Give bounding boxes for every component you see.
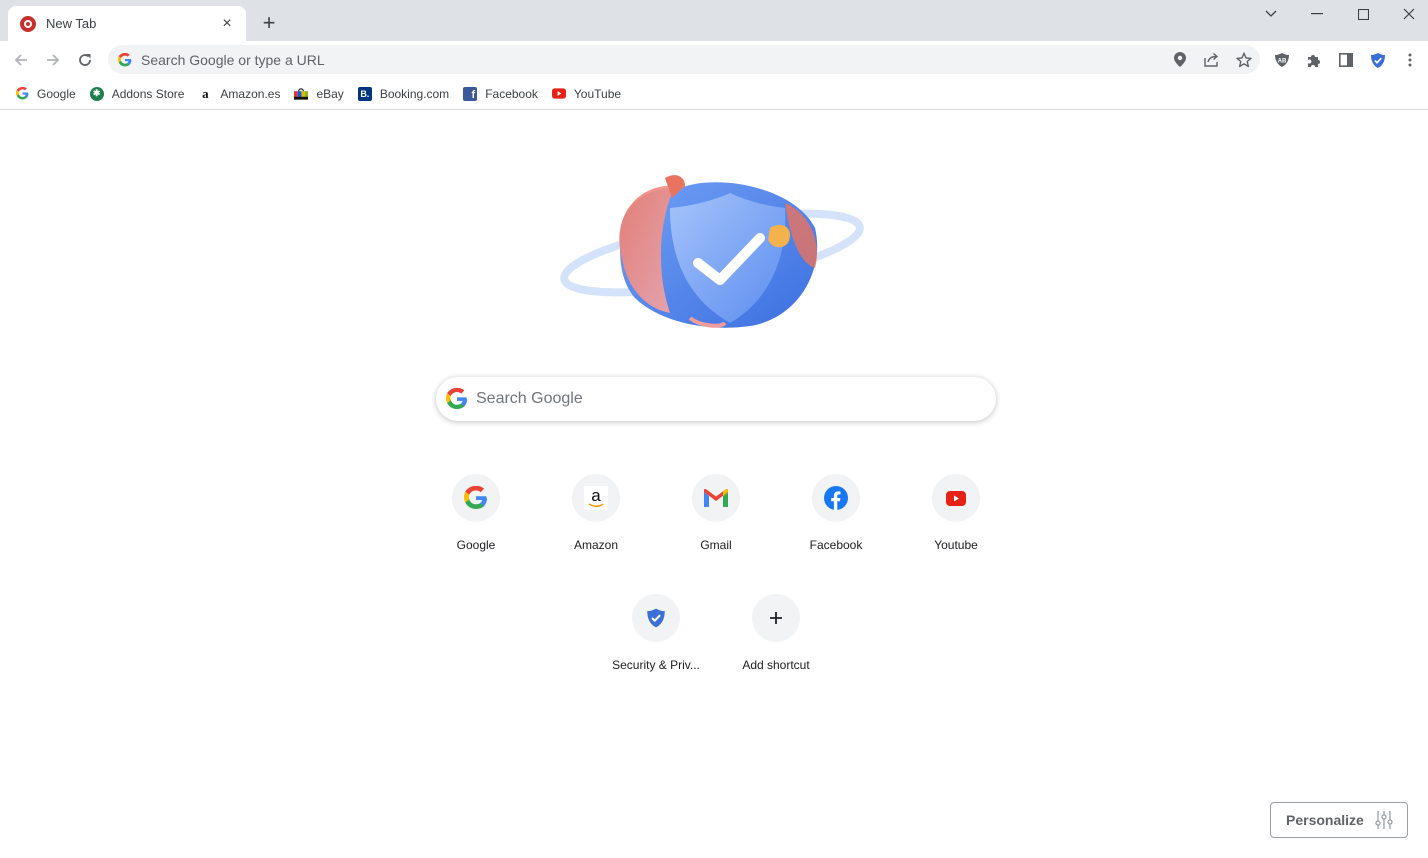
google-icon [464, 486, 487, 509]
shortcut-amazon[interactable]: a Amazon [540, 474, 652, 586]
extensions-button[interactable] [1300, 46, 1328, 74]
bookmarks-bar: Google ✱ Addons Store a Amazon.es eBay B… [0, 78, 1428, 110]
shortcut-icon-bg [812, 474, 860, 522]
personalize-label: Personalize [1286, 812, 1364, 828]
bookmark-ebay[interactable]: eBay [287, 80, 350, 108]
shortcut-facebook[interactable]: Facebook [780, 474, 892, 586]
shortcut-icon-bg [632, 594, 680, 642]
shortcut-label: Security & Priv... [612, 658, 700, 672]
tab-favicon-icon [20, 15, 36, 32]
google-icon [118, 52, 132, 66]
bookmark-youtube[interactable]: YouTube [545, 80, 628, 108]
new-tab-button[interactable]: + [256, 10, 282, 36]
tab-new-tab[interactable]: New Tab × [8, 6, 246, 41]
bookmark-label: YouTube [573, 86, 622, 101]
shortcut-security-privacy[interactable]: Security & Priv... [600, 594, 712, 706]
tab-close-button[interactable]: × [218, 15, 236, 33]
bookmark-label: Facebook [485, 86, 538, 101]
personalize-button[interactable]: Personalize [1270, 802, 1408, 838]
bookmark-google[interactable]: Google [8, 80, 83, 108]
arrow-left-icon [14, 54, 27, 66]
more-vertical-icon [1408, 53, 1412, 67]
plus-icon [770, 612, 782, 624]
bookmark-facebook[interactable]: f Facebook [456, 80, 545, 108]
shortcut-label: Amazon [573, 538, 619, 552]
forward-button[interactable] [39, 46, 67, 74]
shortcut-label: Google [456, 538, 496, 552]
share-button[interactable] [1196, 45, 1228, 74]
shortcut-youtube[interactable]: Youtube [900, 474, 1012, 586]
title-bar: New Tab × + [0, 0, 1428, 41]
shortcut-label: Gmail [700, 538, 732, 552]
security-extension-button[interactable] [1364, 46, 1392, 74]
gmail-icon [704, 489, 728, 507]
shortcut-icon-bg: a [572, 474, 620, 522]
omnibox-input[interactable] [141, 51, 1164, 68]
google-icon [15, 87, 29, 101]
security-hero-illustration [560, 168, 870, 333]
youtube-icon [551, 87, 566, 101]
amazon-icon: a [202, 85, 209, 101]
bookmark-label: Google [37, 86, 76, 101]
toolbar: AB [0, 41, 1428, 78]
arrow-right-icon [47, 54, 60, 66]
shortcut-label: Youtube [934, 538, 978, 552]
tab-title: New Tab [46, 16, 97, 31]
bookmark-booking[interactable]: B. Booking.com [351, 80, 456, 108]
puzzle-piece-icon [1308, 55, 1320, 67]
bookmark-amazon[interactable]: a Amazon.es [191, 80, 287, 108]
star-icon [1236, 52, 1252, 67]
addons-store-icon: ✱ [89, 86, 104, 101]
shortcut-label: Facebook [809, 538, 863, 552]
bookmark-addons-store[interactable]: ✱ Addons Store [83, 80, 192, 108]
close-window-button[interactable] [1386, 0, 1428, 28]
svg-text:AB: AB [1278, 59, 1287, 65]
maximize-button[interactable] [1340, 0, 1386, 28]
shortcut-icon-bg [932, 474, 980, 522]
facebook-icon: f [463, 86, 478, 101]
security-shield-icon [1371, 52, 1385, 68]
tab-search-button[interactable] [1248, 0, 1294, 28]
maximize-icon [1357, 8, 1369, 20]
back-button[interactable] [7, 46, 35, 74]
add-shortcut-button[interactable]: Add shortcut [720, 594, 832, 706]
close-icon [1403, 8, 1415, 20]
bookmark-label: eBay [316, 86, 344, 101]
adblock-shield-icon: AB [1275, 53, 1289, 67]
side-panel-button[interactable] [1332, 46, 1360, 74]
shortcut-icon-bg [752, 594, 800, 642]
location-pin-icon [1174, 52, 1186, 67]
booking-icon: B. [357, 86, 372, 101]
bookmark-label: Amazon.es [220, 86, 281, 101]
shortcut-label: Add shortcut [742, 658, 810, 672]
side-panel-icon [1339, 53, 1353, 67]
facebook-icon [824, 486, 848, 510]
chrome-menu-button[interactable] [1396, 46, 1424, 74]
shortcut-icon-bg [692, 474, 740, 522]
reload-icon [79, 54, 91, 66]
google-search-box[interactable] [436, 377, 996, 421]
bookmark-label: Booking.com [379, 86, 450, 101]
reload-button[interactable] [71, 46, 99, 74]
amazon-icon: a [584, 486, 608, 510]
minimize-icon [1311, 13, 1323, 15]
shortcut-icon-bg [452, 474, 500, 522]
location-button[interactable] [1164, 45, 1196, 74]
youtube-icon [946, 490, 966, 506]
google-icon [446, 388, 468, 410]
security-shield-icon [647, 608, 665, 628]
ebay-icon [294, 87, 309, 101]
shortcut-gmail[interactable]: Gmail [660, 474, 772, 586]
bookmark-label: Addons Store [111, 86, 185, 101]
share-icon [1204, 52, 1219, 67]
minimize-button[interactable] [1294, 0, 1340, 28]
bookmark-star-button[interactable] [1228, 45, 1260, 74]
search-input[interactable] [476, 390, 996, 408]
chevron-down-icon [1265, 10, 1277, 17]
omnibox[interactable] [108, 45, 1260, 74]
sliders-icon [1375, 811, 1393, 829]
adblock-extension-button[interactable]: AB [1268, 46, 1296, 74]
shortcut-google[interactable]: Google [420, 474, 532, 586]
svg-text:a: a [591, 486, 601, 505]
